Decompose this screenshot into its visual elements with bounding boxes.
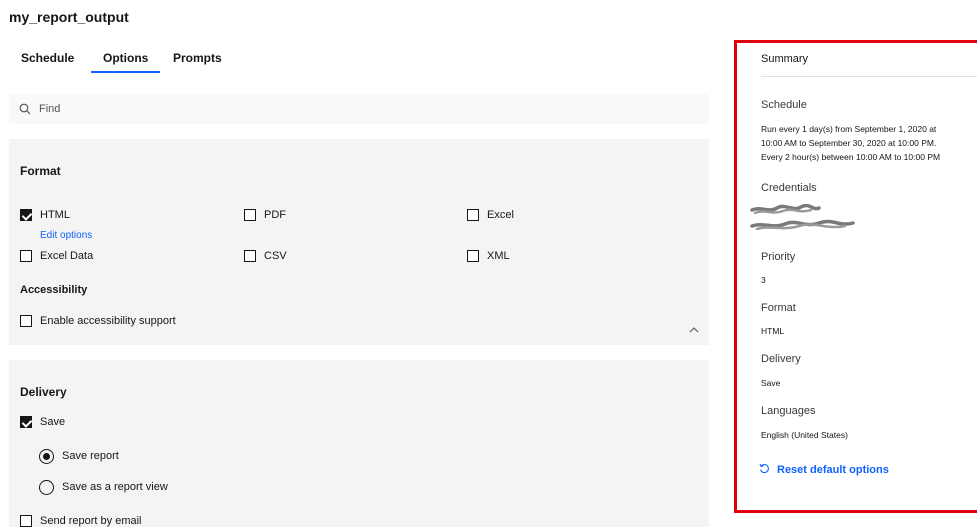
delivery-heading: Delivery	[20, 385, 67, 399]
tab-schedule[interactable]: Schedule	[21, 51, 74, 65]
checkbox-label: Enable accessibility support	[40, 315, 176, 327]
reset-icon	[759, 461, 770, 479]
summary-schedule-line: Run every 1 day(s) from September 1, 202…	[761, 124, 937, 134]
reset-label: Reset default options	[777, 464, 889, 476]
summary-languages-label: Languages	[761, 405, 816, 417]
checkbox-label: Excel	[487, 209, 514, 221]
accessibility-checkbox[interactable]: Enable accessibility support	[20, 314, 176, 328]
tab-prompts[interactable]: Prompts	[173, 51, 222, 65]
summary-title: Summary	[761, 53, 809, 65]
radio-label: Save report	[62, 450, 119, 462]
summary-priority-value: 3	[761, 275, 766, 285]
save-report-radio[interactable]: Save report	[39, 448, 119, 464]
summary-languages-value: English (United States)	[761, 430, 848, 440]
checkbox-icon	[467, 250, 479, 262]
checkbox-icon	[244, 250, 256, 262]
format-xml-checkbox[interactable]: XML	[467, 249, 510, 263]
summary-priority-label: Priority	[761, 251, 796, 263]
summary-delivery-label: Delivery	[761, 353, 801, 365]
delivery-panel: Delivery Save Save report Save as a repo…	[9, 360, 709, 527]
reset-default-options-button[interactable]: Reset default options	[759, 461, 889, 479]
format-excel-data-checkbox[interactable]: Excel Data	[20, 249, 93, 263]
send-email-checkbox[interactable]: Send report by email	[20, 514, 142, 527]
summary-divider	[761, 76, 977, 77]
checkbox-label: Save	[40, 416, 66, 428]
summary-format-value: HTML	[761, 326, 785, 336]
radio-selected-icon	[39, 448, 54, 464]
checkbox-icon	[20, 515, 32, 527]
format-excel-checkbox[interactable]: Excel	[467, 208, 514, 222]
checkbox-label: Excel Data	[40, 250, 94, 262]
summary-format-label: Format	[761, 302, 796, 314]
format-csv-checkbox[interactable]: CSV	[244, 249, 287, 263]
summary-delivery-value: Save	[761, 378, 781, 388]
edit-options-link[interactable]: Edit options	[40, 230, 92, 241]
checkbox-icon	[20, 250, 32, 262]
accessibility-heading: Accessibility	[20, 284, 88, 296]
format-panel: Format HTML PDF Excel Edit options Excel…	[9, 139, 709, 345]
chevron-up-icon[interactable]	[689, 320, 699, 338]
search-icon	[19, 102, 31, 120]
search-bar	[9, 94, 709, 124]
format-html-checkbox[interactable]: HTML	[20, 208, 70, 222]
save-checkbox[interactable]: Save	[20, 415, 65, 429]
tab-bar: Schedule Options Prompts	[9, 44, 709, 73]
checkbox-checked-icon	[20, 416, 32, 428]
radio-icon	[39, 479, 54, 495]
summary-panel: Summary Schedule Run every 1 day(s) from…	[734, 40, 977, 513]
checkbox-checked-icon	[20, 209, 32, 221]
save-as-report-view-radio[interactable]: Save as a report view	[39, 479, 168, 495]
redacted-credentials-scribble	[750, 204, 855, 231]
summary-schedule-line: 10:00 AM to September 30, 2020 at 10:00 …	[761, 138, 937, 148]
summary-credentials-label: Credentials	[761, 182, 817, 194]
checkbox-label: PDF	[264, 209, 286, 221]
checkbox-icon	[20, 315, 32, 327]
search-input[interactable]	[39, 100, 639, 118]
radio-label: Save as a report view	[62, 481, 168, 493]
format-heading: Format	[20, 164, 61, 178]
format-pdf-checkbox[interactable]: PDF	[244, 208, 286, 222]
checkbox-icon	[244, 209, 256, 221]
checkbox-label: CSV	[264, 250, 287, 262]
tab-options[interactable]: Options	[90, 51, 161, 73]
checkbox-icon	[467, 209, 479, 221]
summary-schedule-line: Every 2 hour(s) between 10:00 AM to 10:0…	[761, 152, 941, 162]
checkbox-label: XML	[487, 250, 510, 262]
summary-schedule-label: Schedule	[761, 99, 807, 111]
checkbox-label: HTML	[40, 209, 70, 221]
checkbox-label: Send report by email	[40, 515, 142, 527]
page-title: my_report_output	[9, 9, 129, 25]
